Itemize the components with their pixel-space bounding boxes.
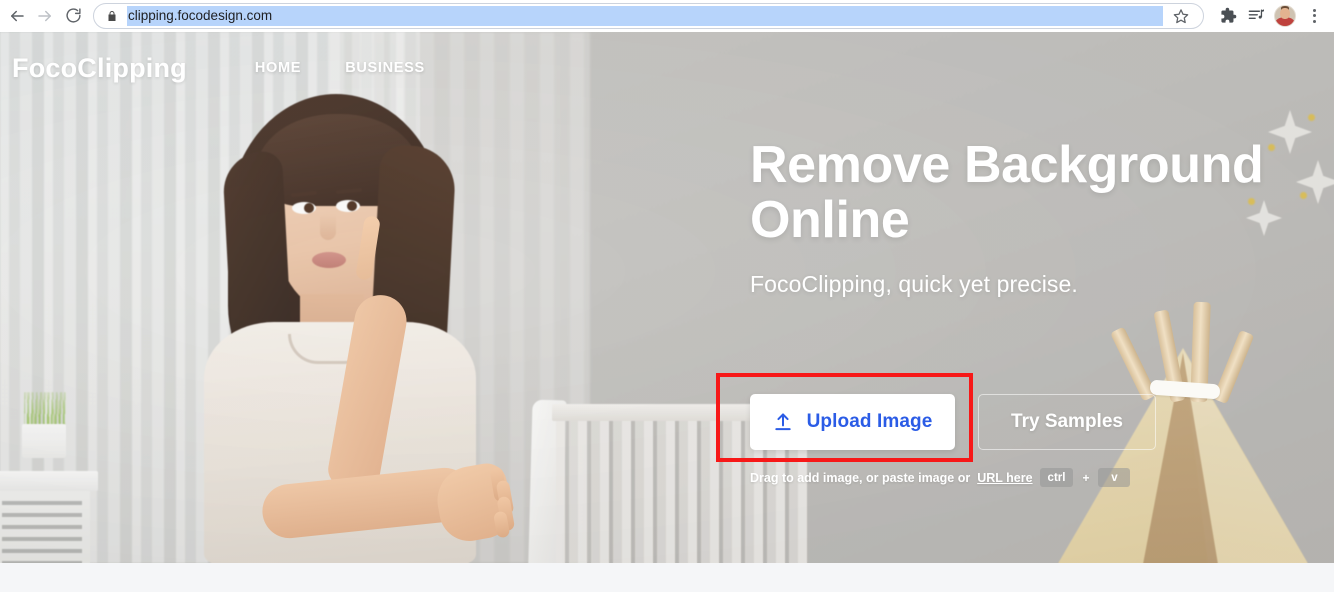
main-nav: HOME BUSINESS (255, 60, 425, 76)
upload-image-button[interactable]: Upload Image (750, 394, 955, 450)
potted-grass-plant (24, 392, 66, 428)
address-bar[interactable]: clipping.focodesign.com (93, 2, 1204, 29)
bookmark-star-icon[interactable] (1169, 4, 1193, 28)
key-ctrl: ctrl (1039, 468, 1074, 487)
lock-icon[interactable] (106, 9, 118, 23)
key-plus-symbol: + (1082, 470, 1090, 485)
forward-button[interactable] (31, 2, 59, 30)
chrome-menu-icon[interactable] (1300, 2, 1328, 30)
url-here-link[interactable]: URL here (977, 471, 1032, 485)
site-logo[interactable]: FocoClipping (12, 53, 187, 84)
page-footer-area (0, 563, 1334, 592)
extensions-puzzle-icon[interactable] (1214, 2, 1242, 30)
upload-icon (773, 412, 793, 432)
upload-image-label: Upload Image (806, 411, 933, 432)
plant-pot (22, 424, 66, 458)
reload-icon (65, 8, 81, 23)
try-samples-button[interactable]: Try Samples (978, 394, 1156, 450)
hero-subheadline: FocoClipping, quick yet precise. (750, 271, 1078, 298)
page-title: Remove Background Online (750, 138, 1310, 247)
browser-toolbar: clipping.focodesign.com (0, 0, 1334, 32)
headline-line-1: Remove Background (750, 136, 1264, 194)
radiator-unit (0, 471, 98, 563)
girl-photo-subject (170, 94, 530, 563)
upload-hint: Drag to add image, or paste image or URL… (750, 468, 1131, 487)
arrow-left-icon (11, 10, 24, 21)
headline-line-2: Online (750, 190, 910, 249)
hero-section: FocoClipping HOME BUSINESS Remove Backgr… (0, 32, 1334, 563)
arrow-right-icon (38, 10, 51, 21)
browser-action-icons (1214, 2, 1334, 30)
hero-cta-row: Upload Image Try Samples (750, 394, 1156, 450)
media-playlist-icon[interactable] (1242, 2, 1270, 30)
nav-item-business[interactable]: BUSINESS (345, 60, 425, 76)
hero-copy: Remove Background Online FocoClipping, q… (750, 138, 1310, 298)
site-header: FocoClipping HOME BUSINESS (0, 32, 1334, 104)
reload-button[interactable] (59, 2, 87, 30)
url-text[interactable]: clipping.focodesign.com (127, 5, 1163, 26)
upload-hint-text: Drag to add image, or paste image or (750, 470, 971, 485)
web-page: FocoClipping HOME BUSINESS Remove Backgr… (0, 32, 1334, 592)
profile-avatar[interactable] (1274, 4, 1296, 27)
back-button[interactable] (3, 2, 31, 30)
key-v: v (1098, 468, 1131, 487)
nav-item-home[interactable]: HOME (255, 60, 301, 76)
